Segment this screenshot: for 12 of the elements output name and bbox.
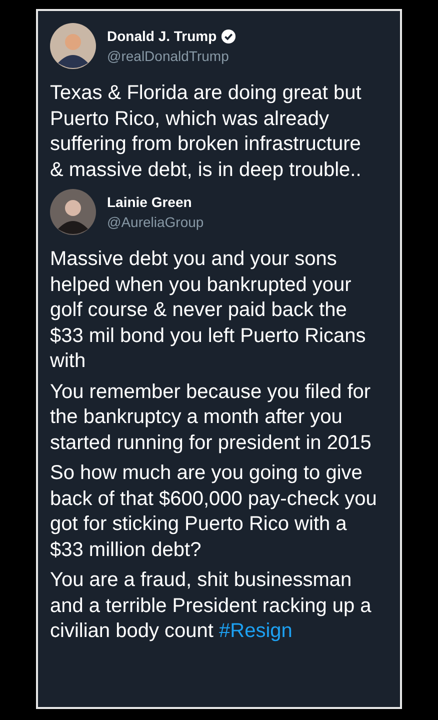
author-name[interactable]: Donald J. Trump — [107, 28, 217, 44]
tweet-text: Texas & Florida are doing great but Puerto Rico, which was already suffering from broken infrastructure & massive debt, is in deep trouble.. — [50, 81, 362, 182]
avatar-icon[interactable] — [50, 23, 96, 69]
author-handle[interactable]: @AureliaGroup — [107, 214, 204, 230]
hashtag-link[interactable]: #Resign — [219, 620, 292, 642]
author-name[interactable]: Lainie Green — [107, 194, 192, 210]
tweet-text: Massive debt you and your sons helped when you bankrupted your golf course & never paid back the $33 mil bond you left Puerto Ricans with — [50, 247, 367, 374]
author-handle[interactable]: @realDonaldTrump — [107, 48, 236, 64]
tweet-text: So how much are you going to give back of that $600,000 pay-check you got for sticking Puerto Rico with a $33 million debt? — [50, 461, 378, 562]
avatar-icon[interactable] — [50, 189, 96, 235]
tweet-text: You are a fraud, shit businessman and a terrible President racking up a civilian body count #Resign — [50, 568, 372, 644]
tweet-text: You remember because you filed for the bankruptcy a month after you started running for president in 2015 — [50, 380, 372, 456]
